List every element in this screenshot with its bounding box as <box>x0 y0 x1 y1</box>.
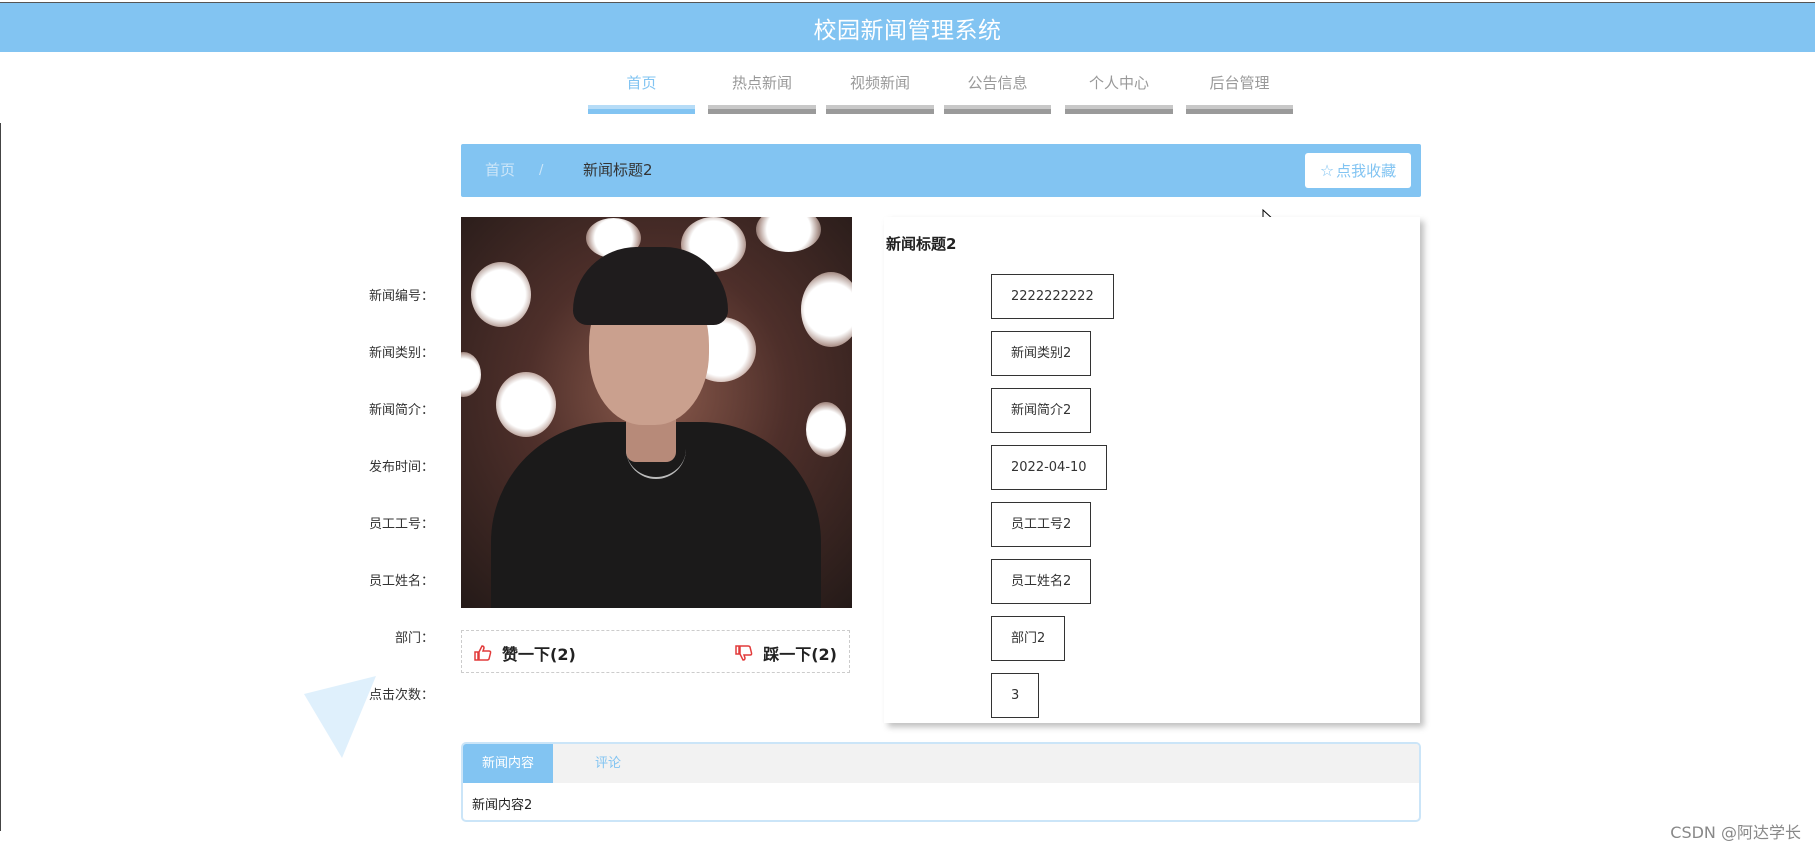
like-label: 赞一下(2) <box>502 644 576 664</box>
decorative-triangle <box>304 676 376 758</box>
like-button[interactable]: 赞一下(2) <box>474 631 576 674</box>
thumbs-up-icon <box>474 644 492 661</box>
news-title: 新闻标题2 <box>886 235 957 253</box>
field-label: 新闻简介： <box>368 403 434 418</box>
tab-content: 新闻内容2 <box>472 798 533 813</box>
breadcrumb-home-link[interactable]: 首页 <box>485 144 515 197</box>
nav-item-label: 首页 <box>626 74 657 92</box>
field-label: 新闻编号： <box>368 289 434 304</box>
nav-item-hot-news[interactable]: 热点新闻 <box>708 68 816 114</box>
star-outline-icon: ☆ <box>1319 161 1335 180</box>
news-detail-panel: 新闻标题2 新闻编号： 2222222222 新闻类别： 新闻类别2 新闻简介：… <box>369 217 1420 723</box>
nav-underline <box>588 105 695 114</box>
nav-underline <box>826 105 934 114</box>
app-header: 校园新闻管理系统 <box>0 2 1815 52</box>
nav-item-label: 个人中心 <box>1088 74 1149 92</box>
field-value: 新闻类别2 <box>991 331 1092 376</box>
nav-item-label: 公告信息 <box>967 74 1028 92</box>
nav-item-label: 后台管理 <box>1209 74 1270 92</box>
field-label: 员工工号： <box>368 517 434 532</box>
dislike-button[interactable]: 踩一下(2) <box>735 631 837 674</box>
nav-item-personal-center[interactable]: 个人中心 <box>1065 68 1173 114</box>
nav-item-label: 视频新闻 <box>849 74 910 92</box>
vote-bar: 赞一下(2) 踩一下(2) <box>461 630 850 673</box>
field-value: 员工姓名2 <box>991 559 1092 604</box>
nav-item-announcements[interactable]: 公告信息 <box>944 68 1051 114</box>
tab-comments[interactable]: 评论 <box>573 744 643 783</box>
content-tabs: 新闻内容 评论 新闻内容2 <box>461 742 1421 822</box>
dislike-label: 踩一下(2) <box>763 644 837 664</box>
field-value: 2222222222 <box>991 274 1114 319</box>
field-value: 部门2 <box>991 616 1066 661</box>
field-value: 员工工号2 <box>991 502 1092 547</box>
news-image <box>461 217 852 608</box>
field-label: 发布时间： <box>368 460 434 475</box>
nav-item-video-news[interactable]: 视频新闻 <box>826 68 934 114</box>
nav-item-label: 热点新闻 <box>731 74 792 92</box>
breadcrumb: 首页 / 新闻标题2 ☆ 点我收藏 <box>461 144 1421 197</box>
window-edge-line <box>0 123 1 831</box>
watermark: CSDN @阿达学长 <box>1670 823 1801 842</box>
app-title: 校园新闻管理系统 <box>813 17 1002 44</box>
favorite-button[interactable]: ☆ 点我收藏 <box>1305 153 1411 188</box>
tab-news-content[interactable]: 新闻内容 <box>463 744 553 783</box>
thumbs-down-icon <box>735 644 753 661</box>
nav-underline <box>1065 105 1173 114</box>
field-label: 部门： <box>394 631 434 646</box>
field-label: 员工姓名： <box>368 574 434 589</box>
main-nav: 首页 热点新闻 视频新闻 公告信息 个人中心 后台管理 <box>0 68 1815 116</box>
nav-item-home[interactable]: 首页 <box>588 68 695 114</box>
nav-item-admin[interactable]: 后台管理 <box>1186 68 1293 114</box>
field-value: 3 <box>991 673 1040 718</box>
field-value: 新闻简介2 <box>991 388 1092 433</box>
nav-underline <box>1186 105 1293 114</box>
field-label: 新闻类别： <box>368 346 434 361</box>
field-value: 2022-04-10 <box>991 445 1107 490</box>
favorite-button-label: 点我收藏 <box>1336 162 1397 180</box>
breadcrumb-separator: / <box>539 163 544 178</box>
nav-underline <box>944 105 1051 114</box>
nav-underline <box>708 105 816 114</box>
breadcrumb-current: 新闻标题2 <box>583 161 653 179</box>
